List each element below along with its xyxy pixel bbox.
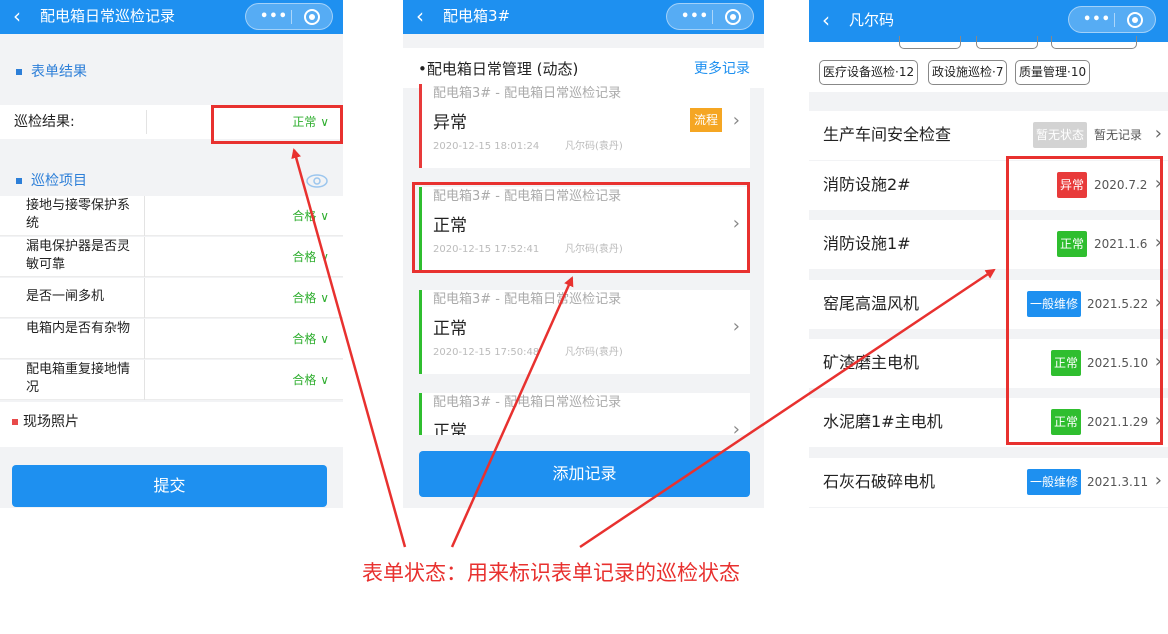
annotation-caption: 表单状态：用来标识表单记录的巡检状态 xyxy=(362,561,740,585)
arrow-to-device-list xyxy=(579,268,996,549)
arrow-to-record-card xyxy=(450,276,574,548)
annotation-arrows xyxy=(291,148,996,549)
arrow-to-form-result xyxy=(291,148,407,548)
